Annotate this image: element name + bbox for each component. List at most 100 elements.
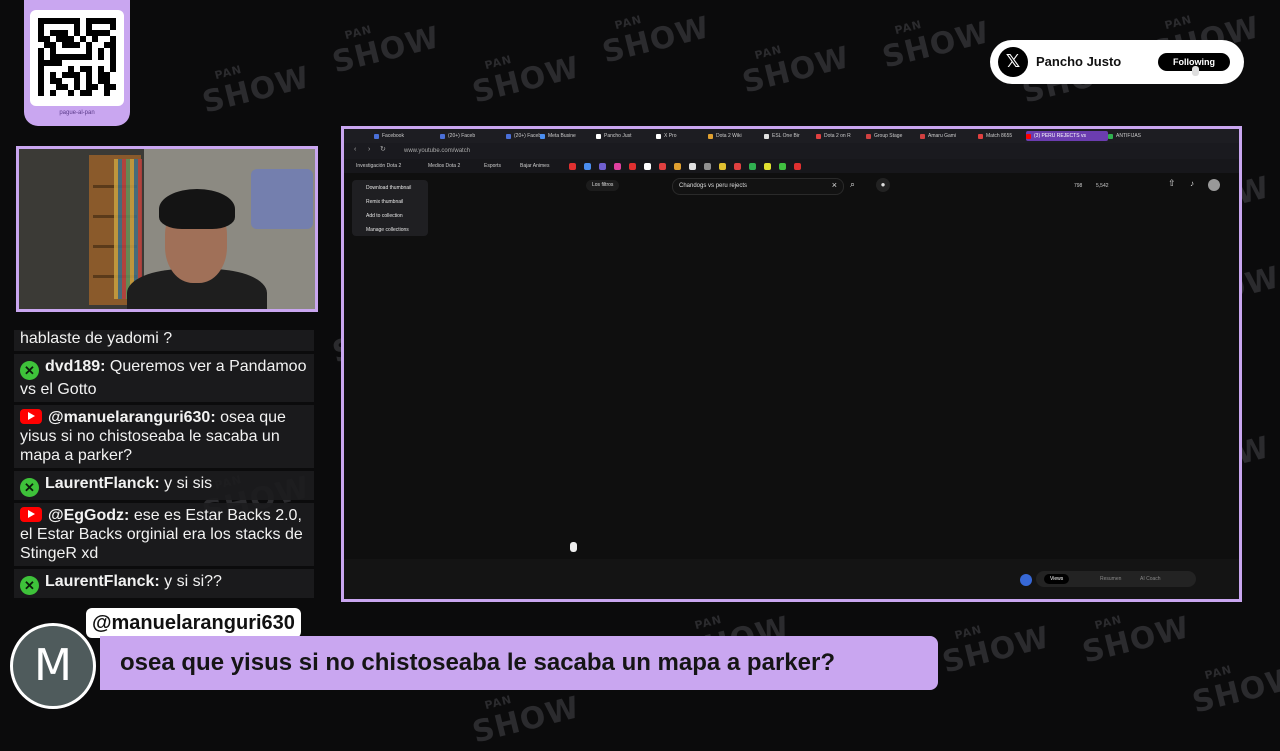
bookmark-icon[interactable] [764, 163, 771, 170]
browser-tab[interactable]: Group Stage [866, 131, 924, 141]
bookmark-folder[interactable]: Bajar Animes [520, 161, 549, 171]
menu-item[interactable]: Download thumbnail [366, 184, 411, 192]
back-icon[interactable]: ‹ [354, 146, 356, 153]
background-items [251, 169, 313, 229]
menu-item[interactable]: Add to collection [366, 212, 403, 220]
chat-overlay: hablaste de yadomi ? ✕ dvd189: Queremos ve… [14, 330, 314, 598]
watermark-logo: PANSHOW [328, 20, 444, 81]
follow-name: Pancho Justo [1036, 54, 1122, 69]
x-follow-card: 𝕏 Pancho Justo Following [990, 40, 1244, 84]
bookmark-folder[interactable]: Esports [484, 161, 501, 171]
browser-tab[interactable]: (20+) Faceb [440, 131, 506, 141]
chat-text: y si si?? [164, 573, 222, 590]
tab-ai-coach[interactable]: AI Coach [1140, 574, 1161, 584]
reload-icon[interactable]: ↻ [380, 145, 386, 153]
tab-resumen[interactable]: Resumen [1100, 574, 1121, 584]
chat-message: @EgGodz: ese es Estar Backs 2.0, el Esta… [14, 503, 314, 566]
watermark-logo: PANSHOW [198, 60, 314, 121]
mic-icon[interactable]: ● [876, 178, 890, 192]
search-icon[interactable]: ⌕ [850, 179, 855, 190]
streamer-hair [159, 189, 235, 229]
browser-tab[interactable]: Match 8655 [978, 131, 1028, 141]
bookmark-icon[interactable] [629, 163, 636, 170]
bookmark-folder[interactable]: Investigación Dota 2 [356, 161, 401, 171]
chat-message: ✕ dvd189: Queremos ver a Pandamoo vs el G… [14, 354, 314, 402]
chat-username: LaurentFlanck: [45, 475, 165, 492]
browser-tab[interactable]: X Pro [656, 131, 710, 141]
chat-text: y si sis [164, 475, 213, 492]
bookmark-icon[interactable] [704, 163, 711, 170]
menu-item[interactable]: Remix thumbnail [366, 198, 403, 206]
kick-icon: ✕ [20, 576, 39, 595]
bookmark-icon[interactable] [584, 163, 591, 170]
watermark-logo: PANSHOW [938, 620, 1054, 681]
watermark-logo: PANSHOW [598, 10, 714, 71]
bell-icon[interactable]: ♪ [1190, 179, 1194, 188]
likes-count: 5,542 [1096, 183, 1109, 189]
avatar[interactable] [1208, 179, 1220, 191]
context-menu: Download thumbnail Remix thumbnail Add t… [352, 180, 428, 236]
browser-tab[interactable]: (3) PERU REJECTS vs [1026, 131, 1108, 141]
bookmark-icon[interactable] [719, 163, 726, 170]
bookmark-icon[interactable] [734, 163, 741, 170]
chat-username: @EgGodz: [48, 507, 134, 524]
bookmark-folder[interactable]: Medios Dota 2 [428, 161, 460, 171]
forward-icon[interactable]: › [368, 146, 370, 153]
bookmark-icon[interactable] [674, 163, 681, 170]
browser-tab[interactable]: Amaru Gami [920, 131, 980, 141]
browser-window: Facebook (20+) Faceb (20+) Faceb Meta Busin… [341, 126, 1242, 602]
browser-tab[interactable]: ESL One Bir [764, 131, 818, 141]
kick-icon: ✕ [20, 361, 39, 380]
qr-caption: pague-al-pan [59, 110, 95, 116]
tab-strip: Facebook (20+) Faceb (20+) Faceb Meta Busin… [344, 129, 1239, 143]
bookmark-icon[interactable] [644, 163, 651, 170]
chat-message: hablaste de yadomi ? [14, 330, 314, 351]
browser-tab[interactable]: Dota 2 on R [816, 131, 872, 141]
search-value: Chandogs vs peru rejects [679, 183, 748, 189]
banner-username: @manuelaranguri630 [86, 608, 301, 638]
search-input[interactable]: Chandogs vs peru rejects × [672, 178, 844, 195]
browser-tab[interactable]: Pancho Just [596, 131, 658, 141]
browser-tab[interactable]: Meta Busine [540, 131, 598, 141]
banner-avatar: M [10, 623, 96, 709]
chat-message: ✕ LaurentFlanck: y si si?? [14, 569, 314, 598]
watermark-logo: PANSHOW [878, 15, 994, 76]
browser-tab[interactable]: (20+) Faceb [506, 131, 544, 141]
address-bar[interactable]: ‹ › ↻ www.youtube.com/watch [344, 143, 1239, 159]
bookmark-icon[interactable] [659, 163, 666, 170]
bookmark-icon[interactable] [599, 163, 606, 170]
chat-text: hablaste de yadomi ? [20, 330, 173, 347]
watermark-logo: PANSHOW [1188, 660, 1280, 721]
tab-views[interactable]: Views [1044, 574, 1070, 584]
url-text[interactable]: www.youtube.com/watch [404, 146, 470, 156]
watermark-logo: PANSHOW [738, 40, 854, 101]
upload-icon[interactable]: ⇧ [1168, 178, 1176, 189]
bookmark-icon[interactable] [614, 163, 621, 170]
browser-tab[interactable]: Facebook [374, 131, 440, 141]
bookmark-icon[interactable] [794, 163, 801, 170]
browser-tab[interactable]: ANTIFIJAS [1108, 131, 1176, 141]
filters-button[interactable]: Los filtros [586, 180, 620, 191]
assistant-icon[interactable] [1020, 574, 1032, 586]
chat-username: @manuelaranguri630: [48, 409, 221, 426]
chat-username: dvd189: [45, 358, 110, 375]
chat-message: @manuelaranguri630: osea que yisus si no… [14, 405, 314, 468]
chat-message: ✕ LaurentFlanck: y si sis [14, 471, 314, 500]
youtube-icon [20, 409, 42, 424]
bottom-toolbar: Views Resumen AI Coach [344, 559, 1239, 599]
bookmarks-bar: Investigación Dota 2 Medios Dota 2 Espor… [344, 159, 1239, 173]
menu-item[interactable]: Manage collections [366, 226, 409, 234]
banner-message: osea que yisus si no chistoseaba le saca… [100, 636, 938, 690]
qr-code [30, 10, 124, 106]
bookmark-icon[interactable] [749, 163, 756, 170]
webcam-feed [16, 146, 318, 312]
chat-username: LaurentFlanck: [45, 573, 165, 590]
bookmark-icon[interactable] [569, 163, 576, 170]
mouse-cursor-icon [570, 542, 577, 552]
browser-tab[interactable]: Dota 2 Wiki [708, 131, 766, 141]
clear-icon[interactable]: × [832, 180, 837, 190]
bookmark-icon[interactable] [689, 163, 696, 170]
youtube-icon [20, 507, 42, 522]
watermark-logo: PANSHOW [1078, 610, 1194, 671]
bookmark-icon[interactable] [779, 163, 786, 170]
